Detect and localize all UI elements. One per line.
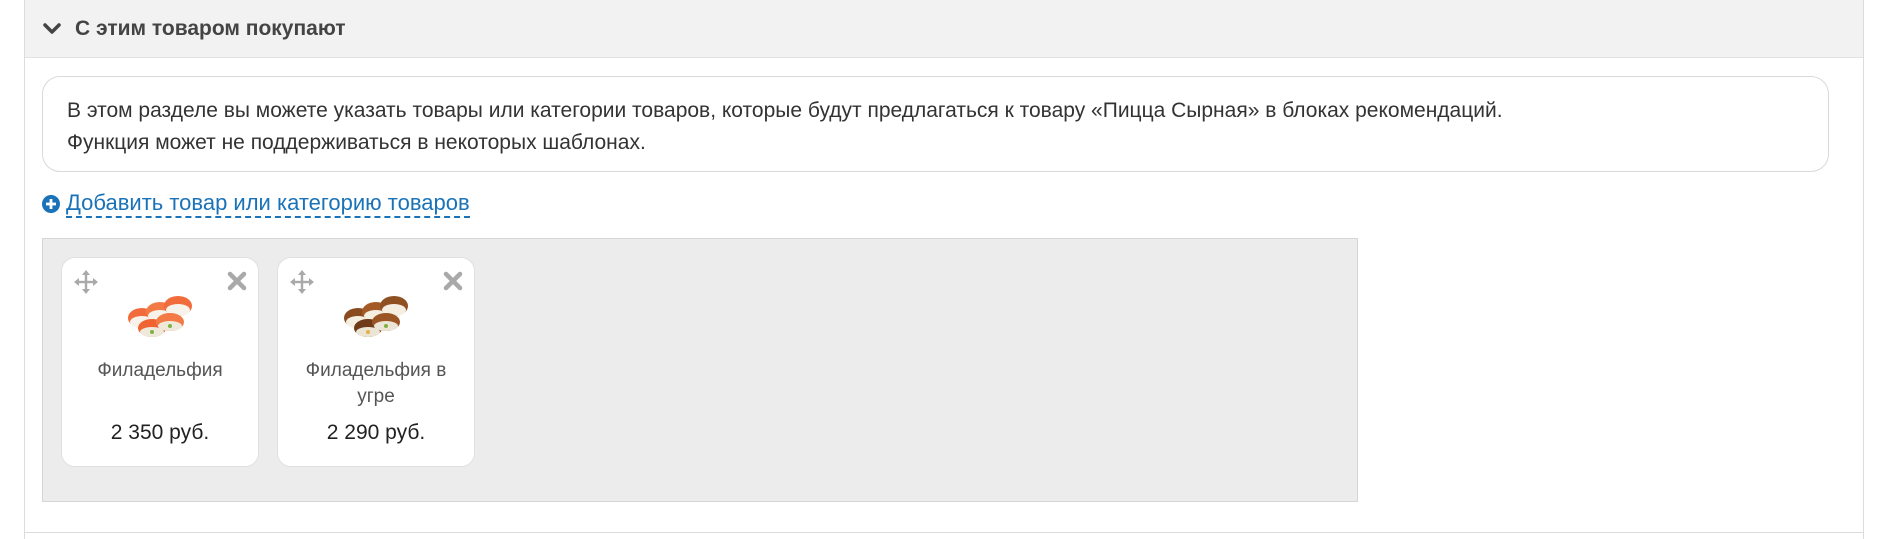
product-name: Филадельфия в угре (305, 360, 447, 407)
recommended-products-panel: С этим товаром покупают В этом разделе в… (24, 0, 1864, 539)
product-name: Филадельфия (97, 360, 223, 381)
add-product-link[interactable]: Добавить товар или категорию товаров (42, 190, 470, 218)
info-text-line-2: Функция может не поддерживаться в некото… (67, 131, 646, 154)
info-text-line-1: В этом разделе вы можете указать товары … (67, 99, 1503, 122)
products-dropzone: Филадельфия 2 350 руб. Филадельфия в угр… (42, 238, 1358, 502)
info-box: В этом разделе вы можете указать товары … (42, 76, 1829, 172)
chevron-down-icon[interactable] (41, 18, 63, 40)
divider (25, 532, 1863, 533)
product-card[interactable]: Филадельфия 2 350 руб. (61, 257, 259, 467)
move-arrows-icon[interactable] (290, 270, 314, 294)
add-product-label[interactable]: Добавить товар или категорию товаров (66, 190, 470, 218)
close-icon[interactable] (226, 270, 248, 292)
product-card[interactable]: Филадельфия в угре 2 290 руб. (277, 257, 475, 467)
sushi-rolls-salmon-icon (128, 296, 192, 337)
close-icon[interactable] (442, 270, 464, 292)
sushi-rolls-eel-icon (344, 296, 408, 337)
product-price: 2 350 руб. (110, 421, 210, 444)
panel-header[interactable]: С этим товаром покупают (25, 0, 1863, 58)
move-arrows-icon[interactable] (74, 270, 98, 294)
plus-circle-icon (42, 195, 60, 213)
product-price: 2 290 руб. (326, 421, 426, 444)
panel-title: С этим товаром покупают (75, 16, 346, 40)
